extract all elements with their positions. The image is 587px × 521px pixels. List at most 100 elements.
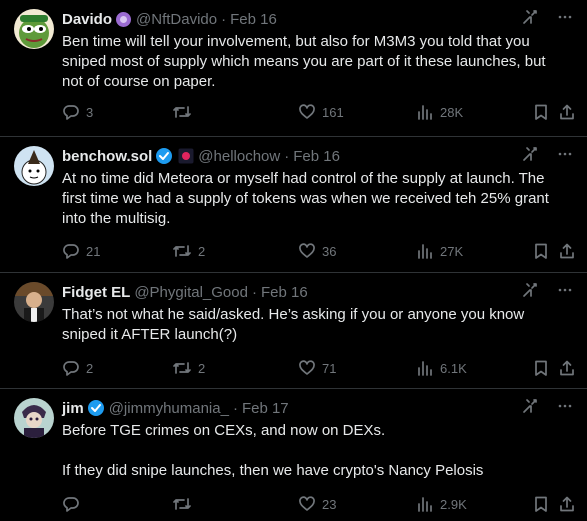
share-icon — [560, 104, 574, 120]
tweet-date[interactable]: Feb 17 — [242, 400, 289, 417]
user-handle[interactable]: @NftDavido — [136, 11, 217, 28]
share-button[interactable] — [558, 241, 576, 261]
reply-icon — [63, 105, 79, 120]
user-handle[interactable]: @Phygital_Good — [134, 284, 248, 301]
user-handle[interactable]: @jimmyhumania_ — [109, 400, 229, 417]
benchow-avatar-icon — [14, 146, 54, 186]
bookmark-icon — [535, 360, 547, 376]
like-count: 71 — [322, 360, 337, 376]
views-button[interactable]: 28K — [416, 102, 463, 122]
retweet-button[interactable]: 2 — [172, 241, 205, 261]
grok-icon[interactable] — [521, 8, 539, 30]
retweet-icon — [173, 245, 191, 257]
views-button[interactable]: 6.1K — [416, 358, 467, 378]
tweet[interactable]: jim @jimmyhumania_ · Feb 17 Before TGE c… — [0, 389, 587, 521]
reply-count: 21 — [86, 243, 101, 259]
tweet-text: That’s not what he said/asked. He’s aski… — [62, 306, 525, 343]
fidget-avatar-icon — [14, 282, 54, 322]
grok-icon[interactable] — [521, 145, 539, 167]
bookmark-button[interactable] — [532, 494, 550, 514]
tweet[interactable]: benchow.sol @hellochow · Feb 16 At no ti… — [0, 137, 587, 273]
tweet-date[interactable]: Feb 16 — [230, 11, 277, 28]
retweet-button[interactable] — [172, 494, 198, 514]
share-button[interactable] — [558, 358, 576, 378]
separator-dot: · — [221, 10, 227, 28]
affiliate-badge-icon — [178, 148, 194, 164]
tweet-text: Before TGE crimes on CEXs, and now on DE… — [62, 422, 484, 479]
bookmark-button[interactable] — [532, 102, 550, 122]
avatar[interactable] — [14, 9, 54, 49]
reply-count: 2 — [86, 360, 94, 376]
reply-count: 3 — [86, 104, 94, 120]
views-icon — [418, 497, 432, 512]
tweet[interactable]: Fidget EL @Phygital_Good · Feb 16 That’s… — [0, 273, 587, 389]
display-name[interactable]: jim — [62, 400, 84, 417]
like-count: 36 — [322, 243, 337, 259]
user-handle[interactable]: @hellochow — [198, 148, 280, 165]
like-button[interactable]: 23 — [298, 494, 336, 514]
avatar[interactable] — [14, 282, 54, 322]
bookmark-icon — [535, 496, 547, 512]
retweet-icon — [173, 498, 191, 510]
avatar[interactable] — [14, 146, 54, 186]
tweet-header: benchow.sol @hellochow · Feb 16 — [62, 146, 573, 166]
more-icon[interactable] — [557, 9, 573, 29]
reply-button[interactable] — [62, 494, 86, 514]
more-icon[interactable] — [557, 398, 573, 418]
views-icon — [418, 244, 432, 259]
reply-icon — [63, 361, 79, 376]
more-icon[interactable] — [557, 282, 573, 302]
like-count: 161 — [322, 104, 344, 120]
retweet-count: 2 — [198, 243, 206, 259]
verified-badge-icon — [155, 147, 173, 165]
like-button[interactable]: 36 — [298, 241, 336, 261]
avatar[interactable] — [14, 398, 54, 438]
separator-dot: · — [232, 399, 238, 417]
share-icon — [560, 243, 574, 259]
reply-button[interactable]: 2 — [62, 358, 93, 378]
display-name[interactable]: benchow.sol — [62, 148, 152, 165]
views-icon — [418, 361, 432, 376]
reply-button[interactable]: 3 — [62, 102, 93, 122]
retweet-count: 2 — [198, 360, 206, 376]
display-name[interactable]: Fidget EL — [62, 284, 130, 301]
more-icon[interactable] — [557, 146, 573, 166]
grok-icon[interactable] — [521, 281, 539, 303]
like-icon — [299, 496, 315, 511]
views-count: 28K — [440, 104, 464, 120]
reply-icon — [63, 244, 79, 259]
views-button[interactable]: 27K — [416, 241, 463, 261]
share-icon — [560, 496, 574, 512]
like-button[interactable]: 161 — [298, 102, 344, 122]
tweet-header: jim @jimmyhumania_ · Feb 17 — [62, 398, 573, 418]
like-icon — [299, 104, 315, 119]
like-icon — [299, 243, 315, 258]
tweet-text: At no time did Meteora or myself had con… — [62, 170, 549, 227]
share-button[interactable] — [558, 102, 576, 122]
tweet-date[interactable]: Feb 16 — [261, 284, 308, 301]
views-button[interactable]: 2.9K — [416, 494, 467, 514]
share-button[interactable] — [558, 494, 576, 514]
bookmark-button[interactable] — [532, 241, 550, 261]
like-icon — [299, 360, 315, 375]
separator-dot: · — [284, 147, 290, 165]
tweet-date[interactable]: Feb 16 — [293, 148, 340, 165]
reply-icon — [63, 497, 79, 512]
views-count: 27K — [440, 243, 464, 259]
tweet-actions: 23 2.9K — [62, 494, 574, 514]
reply-button[interactable]: 21 — [62, 241, 100, 261]
grok-icon[interactable] — [521, 397, 539, 419]
pepe-avatar-icon — [14, 9, 54, 49]
bookmark-button[interactable] — [532, 358, 550, 378]
tweet[interactable]: Davido @NftDavido · Feb 16 Ben time will… — [0, 0, 587, 137]
retweet-button[interactable]: 2 — [172, 358, 205, 378]
views-count: 2.9K — [440, 496, 467, 512]
tweet-header: Fidget EL @Phygital_Good · Feb 16 — [62, 282, 573, 302]
tweet-actions: 21 2 36 27K — [62, 241, 574, 261]
like-button[interactable]: 71 — [298, 358, 336, 378]
retweet-button[interactable] — [172, 102, 198, 122]
views-count: 6.1K — [440, 360, 467, 376]
display-name[interactable]: Davido — [62, 11, 112, 28]
bookmark-icon — [535, 243, 547, 259]
separator-dot: · — [251, 283, 257, 301]
